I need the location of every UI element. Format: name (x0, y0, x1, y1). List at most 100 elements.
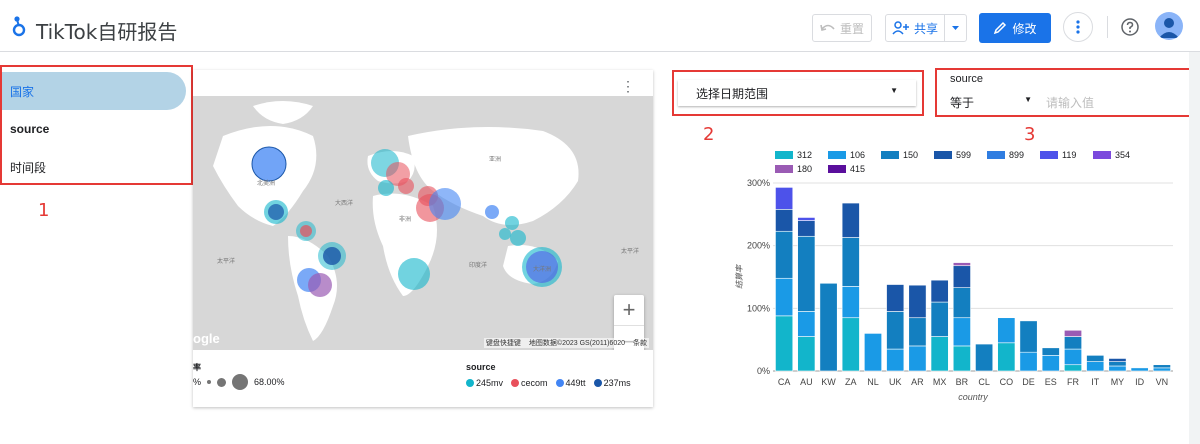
legend-item[interactable]: 150 (881, 150, 918, 160)
source-legend-item: 245mv (466, 378, 503, 388)
world-map[interactable]: 亚洲 大西洋 北美洲 非洲 太平洋 印度洋 太平洋 大洋洲 + − ogle 键… (193, 96, 653, 350)
bar-segment-VN-150[interactable] (1152, 364, 1171, 369)
terms-link[interactable]: 条款 (633, 338, 647, 348)
more-options-button[interactable] (1063, 12, 1093, 42)
legend-item[interactable]: 354 (1093, 150, 1130, 160)
bar-segment-NL-106[interactable] (864, 333, 882, 372)
keyboard-shortcuts-link[interactable]: 键盘快捷键 (486, 338, 521, 348)
map-label-pacific-west: 太平洋 (217, 259, 236, 265)
bar-segment-CA-106[interactable] (775, 277, 794, 317)
bar-segment-CA-599[interactable] (775, 209, 794, 232)
bar-segment-ZA-312[interactable] (841, 317, 860, 372)
bar-segment-MY-106[interactable] (1108, 365, 1127, 372)
source-legend-label: 449tt (565, 378, 586, 388)
bar-segment-CA-119[interactable] (775, 187, 794, 210)
bar-segment-CO-106[interactable] (997, 317, 1016, 344)
bar-segment-AR-599[interactable] (908, 284, 927, 319)
legend-item[interactable]: 599 (934, 150, 971, 160)
legend-item[interactable]: 312 (775, 150, 812, 160)
bar-segment-AU-106[interactable] (797, 311, 816, 337)
bar-segment-AU-150[interactable] (797, 235, 816, 312)
bar-segment-MX-312[interactable] (930, 336, 949, 372)
bar-segment-MX-599[interactable] (930, 279, 949, 303)
legend-item[interactable]: 415 (828, 164, 865, 174)
bar-segment-CA-312[interactable] (775, 315, 794, 372)
bar-segment-CL-150[interactable] (975, 343, 994, 372)
bar-segment-BR-150[interactable] (952, 287, 971, 319)
help-icon[interactable] (1120, 17, 1140, 37)
bar-segment-CO-312[interactable] (997, 342, 1016, 372)
legend-item[interactable]: 119 (1040, 150, 1076, 160)
stacked-bar-chart[interactable]: 0% 100% 200% 300% 结算率 CA AU KW ZA NL UK AR MX BR CL CO D… (728, 175, 1178, 410)
bar-segment-FR-150[interactable] (1064, 336, 1082, 350)
bar-segment-AR-150[interactable] (908, 317, 927, 347)
legend-dot-icon (511, 379, 520, 387)
reset-button[interactable]: 重置 (812, 14, 872, 42)
legend-item[interactable]: 106 (828, 150, 865, 160)
bar-segment-FR-106[interactable] (1064, 348, 1082, 366)
x-tick-label: CA (778, 377, 791, 387)
bar-segment-ZA-150[interactable] (841, 237, 860, 287)
source-legend-label: 245mv (476, 378, 504, 388)
bar-segment-ES-106[interactable] (1041, 355, 1060, 372)
legend-swatch (775, 151, 793, 159)
bar-segment-KW-150[interactable] (819, 282, 838, 372)
source-operator-select[interactable]: 等于 ▼ (950, 94, 1034, 110)
bar-segment-MY-150[interactable] (1108, 361, 1127, 367)
share-button[interactable]: 共享 (885, 14, 967, 42)
bar-segment-IT-150[interactable] (1086, 355, 1105, 362)
map-label-oceania: 大洋洲 (533, 267, 552, 273)
bar-segment-BR-180[interactable] (952, 262, 971, 267)
zoom-in-button[interactable]: + (614, 295, 644, 326)
bar-segment-BR-106[interactable] (952, 317, 971, 347)
date-range-label: 选择日期范围 (696, 86, 769, 101)
source-value-input[interactable]: 请输入值 (1046, 94, 1176, 110)
x-tick-label: FR (1067, 377, 1079, 387)
legend-dot-icon (555, 379, 564, 387)
bar-segment-ES-150[interactable] (1041, 347, 1060, 356)
bar-segment-FR-180[interactable] (1064, 329, 1082, 337)
x-tick-label: NL (867, 377, 879, 387)
size-legend-title: 率 (193, 363, 201, 372)
chart-menu-kebab-icon[interactable]: ⋮ (621, 78, 635, 95)
bar-segment-UK-150[interactable] (886, 311, 905, 350)
date-range-picker[interactable]: 选择日期范围 ▼ (678, 80, 916, 106)
legend-label: 415 (850, 164, 866, 174)
legend-swatch (987, 151, 1005, 159)
bar-segment-ZA-106[interactable] (841, 286, 860, 319)
x-tick-label: ZA (845, 377, 857, 387)
bar-segment-DE-106[interactable] (1019, 351, 1038, 372)
size-legend-min-label: % (193, 377, 202, 387)
bar-segment-BR-599[interactable] (952, 265, 971, 288)
legend-label: 119 (1062, 150, 1077, 160)
bar-segment-AU-119[interactable] (797, 217, 816, 221)
edit-button[interactable]: 修改 (979, 13, 1051, 43)
bar-segment-AR-106[interactable] (908, 345, 927, 372)
looker-studio-logo-icon[interactable] (10, 14, 28, 38)
x-tick-label: VN (1156, 377, 1169, 387)
bar-segment-AU-312[interactable] (797, 336, 816, 372)
bar-segment-MY-599[interactable] (1108, 358, 1127, 362)
bar-segment-MX-150[interactable] (930, 301, 949, 337)
share-main[interactable]: 共享 (886, 15, 946, 41)
vertical-scrollbar[interactable] (1189, 52, 1200, 444)
bar-segment-FR-312[interactable] (1064, 364, 1082, 372)
bar-segment-ID-106[interactable] (1130, 367, 1149, 372)
bar-segment-UK-106[interactable] (886, 348, 905, 372)
share-dropdown-chevron-down-icon[interactable] (945, 25, 966, 31)
bar-segment-ZA-599[interactable] (841, 202, 860, 238)
bar-segment-UK-599[interactable] (886, 284, 905, 312)
bar-segment-BR-312[interactable] (952, 345, 971, 372)
legend-swatch (934, 151, 952, 159)
user-avatar[interactable] (1155, 12, 1183, 40)
bar-segment-VN-106[interactable] (1152, 367, 1171, 372)
legend-item[interactable]: 180 (775, 164, 812, 174)
bar-segment-CA-150[interactable] (775, 230, 794, 279)
x-tick-label: CO (1000, 377, 1014, 387)
operator-value: 等于 (950, 96, 975, 110)
legend-item[interactable]: 899 (987, 150, 1024, 160)
bar-segment-AU-599[interactable] (797, 220, 816, 237)
legend-swatch (881, 151, 899, 159)
bar-segment-DE-150[interactable] (1019, 320, 1038, 353)
bar-segment-IT-106[interactable] (1086, 361, 1105, 372)
